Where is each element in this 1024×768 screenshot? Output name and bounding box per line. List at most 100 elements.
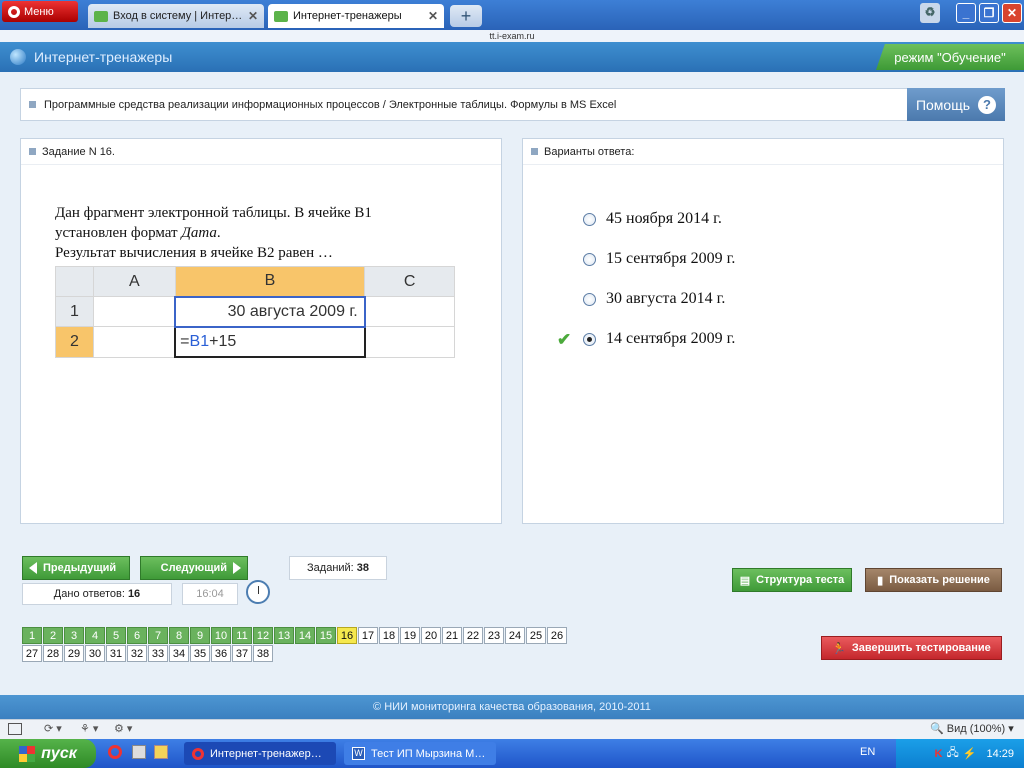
settings-icon[interactable]: ⚙ ▾ bbox=[114, 722, 132, 735]
share-icon[interactable]: ⚘ ▾ bbox=[80, 722, 98, 735]
task-number-9[interactable]: 9 bbox=[190, 627, 210, 644]
task-number-30[interactable]: 30 bbox=[85, 645, 105, 662]
taskbar-item-browser[interactable]: Интернет-тренажер… bbox=[184, 742, 336, 765]
task-panel-header: Задание N 16. bbox=[21, 139, 501, 165]
next-label: Следующий bbox=[160, 562, 227, 574]
task-number-28[interactable]: 28 bbox=[43, 645, 63, 662]
radio-button[interactable] bbox=[583, 212, 596, 226]
task-number-38[interactable]: 38 bbox=[253, 645, 273, 662]
answer-label[interactable]: 15 сентября 2009 г. bbox=[606, 250, 735, 268]
close-tab-icon[interactable]: ✕ bbox=[428, 9, 438, 23]
task-number-27[interactable]: 27 bbox=[22, 645, 42, 662]
bullet-icon bbox=[531, 148, 538, 155]
task-number-15[interactable]: 15 bbox=[316, 627, 336, 644]
task-number-19[interactable]: 19 bbox=[400, 627, 420, 644]
task-number-23[interactable]: 23 bbox=[484, 627, 504, 644]
column-header-c: C bbox=[364, 265, 455, 298]
opera-menu-button[interactable]: Меню bbox=[2, 1, 78, 22]
close-tab-icon[interactable]: ✕ bbox=[248, 9, 258, 23]
task-number-34[interactable]: 34 bbox=[169, 645, 189, 662]
task-line-1: Дан фрагмент электронной таблицы. В ячей… bbox=[55, 205, 372, 221]
task-number-20[interactable]: 20 bbox=[421, 627, 441, 644]
task-number-21[interactable]: 21 bbox=[442, 627, 462, 644]
help-button[interactable]: Помощь ? bbox=[907, 88, 1005, 121]
task-number-16[interactable]: 16 bbox=[337, 627, 357, 644]
bullet-icon bbox=[29, 148, 36, 155]
spreadsheet-fragment: A B C 1 30 августа 2009 г. 2 =B1+15 bbox=[55, 265, 455, 359]
finish-test-label: Завершить тестирование bbox=[851, 642, 991, 654]
next-button[interactable]: Следующий bbox=[140, 556, 248, 580]
test-structure-button[interactable]: ▤ Структура теста bbox=[732, 568, 852, 592]
task-number-4[interactable]: 4 bbox=[85, 627, 105, 644]
task-number-31[interactable]: 31 bbox=[106, 645, 126, 662]
finish-test-button[interactable]: 🏃 Завершить тестирование bbox=[821, 636, 1002, 660]
radio-button-selected[interactable] bbox=[583, 332, 596, 346]
taskbar-item-word[interactable]: W Тест ИП Мырзина М… bbox=[344, 742, 496, 765]
save-quicklaunch-icon[interactable] bbox=[132, 745, 146, 759]
start-label: пуск bbox=[41, 744, 77, 762]
close-window-button[interactable]: ✕ bbox=[1002, 3, 1022, 23]
task-number-12[interactable]: 12 bbox=[253, 627, 273, 644]
new-tab-button[interactable]: + bbox=[450, 5, 482, 27]
task-number-24[interactable]: 24 bbox=[505, 627, 525, 644]
tab-login[interactable]: Вход в систему | Интер… ✕ bbox=[88, 4, 264, 28]
trash-icon[interactable]: ♻ bbox=[920, 3, 940, 23]
task-number-8[interactable]: 8 bbox=[169, 627, 189, 644]
task-number-11[interactable]: 11 bbox=[232, 627, 252, 644]
task-number-17[interactable]: 17 bbox=[358, 627, 378, 644]
task-number-33[interactable]: 33 bbox=[148, 645, 168, 662]
answer-label[interactable]: 30 августа 2014 г. bbox=[606, 290, 725, 308]
radio-button[interactable] bbox=[583, 252, 596, 266]
task-number-3[interactable]: 3 bbox=[64, 627, 84, 644]
task-number-18[interactable]: 18 bbox=[379, 627, 399, 644]
system-tray: K 🖧 ⚡ 14:29 bbox=[896, 739, 1024, 768]
mode-badge: режим "Обучение" bbox=[876, 44, 1024, 70]
update-icon[interactable]: ⚡ bbox=[963, 747, 977, 760]
task-number-25[interactable]: 25 bbox=[526, 627, 546, 644]
globe-icon bbox=[10, 49, 26, 65]
task-number-26[interactable]: 26 bbox=[547, 627, 567, 644]
url-bar[interactable]: tt.i-exam.ru bbox=[0, 30, 1024, 42]
task-number-29[interactable]: 29 bbox=[64, 645, 84, 662]
task-number-22[interactable]: 22 bbox=[463, 627, 483, 644]
opera-quicklaunch-icon[interactable] bbox=[108, 745, 122, 759]
task-number-1[interactable]: 1 bbox=[22, 627, 42, 644]
answer-option[interactable]: 15 сентября 2009 г. bbox=[583, 239, 735, 279]
list-icon: ▤ bbox=[739, 574, 751, 587]
answer-label[interactable]: 45 ноября 2014 г. bbox=[606, 210, 722, 228]
task-number-5[interactable]: 5 bbox=[106, 627, 126, 644]
opera-icon bbox=[192, 747, 204, 760]
zoom-control[interactable]: 🔍 Вид (100%) ▾ bbox=[930, 722, 1014, 735]
start-button[interactable]: пуск bbox=[0, 739, 96, 768]
task-number-13[interactable]: 13 bbox=[274, 627, 294, 644]
task-number-7[interactable]: 7 bbox=[148, 627, 168, 644]
language-indicator[interactable]: EN bbox=[860, 746, 875, 758]
answer-option[interactable]: 45 ноября 2014 г. bbox=[583, 199, 735, 239]
answered-label: Дано ответов: bbox=[53, 588, 125, 600]
prev-button[interactable]: Предыдущий bbox=[22, 556, 130, 580]
answer-option[interactable]: 30 августа 2014 г. bbox=[583, 279, 735, 319]
task-number-32[interactable]: 32 bbox=[127, 645, 147, 662]
task-number-6[interactable]: 6 bbox=[127, 627, 147, 644]
refresh-icon[interactable]: ⟳ ▾ bbox=[44, 722, 62, 735]
task-number-36[interactable]: 36 bbox=[211, 645, 231, 662]
task-number-14[interactable]: 14 bbox=[295, 627, 315, 644]
answer-option-selected[interactable]: ✔ 14 сентября 2009 г. bbox=[557, 319, 735, 359]
breadcrumb-text: Программные средства реализации информац… bbox=[44, 98, 617, 111]
book-icon: ▮ bbox=[877, 574, 884, 587]
answer-label[interactable]: 14 сентября 2009 г. bbox=[606, 330, 735, 348]
show-solution-button[interactable]: ▮ Показать решение bbox=[865, 568, 1002, 592]
task-number-2[interactable]: 2 bbox=[43, 627, 63, 644]
radio-button[interactable] bbox=[583, 292, 596, 306]
tab-trainer[interactable]: Интернет-тренажеры ✕ bbox=[268, 4, 444, 28]
task-number-35[interactable]: 35 bbox=[190, 645, 210, 662]
task-number-37[interactable]: 37 bbox=[232, 645, 252, 662]
minimize-button[interactable]: _ bbox=[956, 3, 976, 23]
restore-button[interactable]: ❐ bbox=[979, 3, 999, 23]
clock-quicklaunch-icon[interactable] bbox=[154, 745, 168, 759]
panel-toggle-icon[interactable] bbox=[8, 723, 22, 735]
task-number-10[interactable]: 10 bbox=[211, 627, 231, 644]
antivirus-icon[interactable]: K bbox=[935, 748, 943, 760]
network-icon[interactable]: 🖧 bbox=[947, 744, 959, 763]
row-header-2: 2 bbox=[55, 326, 94, 358]
